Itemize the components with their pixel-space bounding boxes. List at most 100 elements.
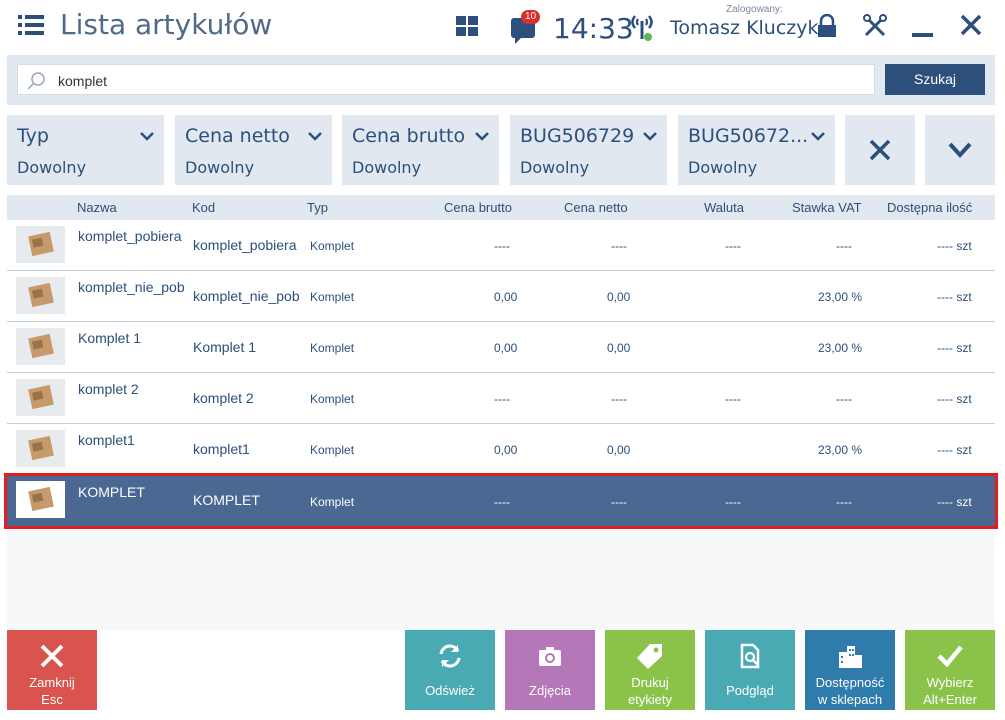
cell-net: ---- (611, 495, 627, 509)
search-input[interactable]: komplet (17, 64, 875, 95)
table-row[interactable]: komplet_pobiera komplet_pobiera Komplet … (7, 220, 995, 271)
chevron-down-icon (140, 132, 154, 141)
header-bar: Lista artykułów 10 14:33 Zalogowany: Tom… (0, 0, 1005, 55)
product-thumbnail (16, 379, 65, 416)
column-header-currency[interactable]: Waluta (704, 200, 744, 215)
cell-gross: 0,00 (494, 290, 518, 304)
article-list: komplet_pobiera komplet_pobiera Komplet … (4, 220, 998, 630)
column-header-available-qty[interactable]: Dostępna ilość (887, 200, 972, 215)
cell-currency: ---- (725, 239, 741, 253)
cell-code: komplet_pobiera (193, 237, 297, 253)
clock: 14:33 (553, 12, 634, 45)
table-row[interactable]: komplet1 komplet1 Komplet 0,00 0,00 23,0… (7, 424, 995, 475)
filter-value: Dowolny (17, 158, 87, 177)
print-labels-button[interactable]: Drukuj etykiety (605, 630, 695, 710)
filter-net-price[interactable]: Cena netto Dowolny (175, 115, 332, 185)
close-icon (40, 644, 64, 668)
preview-button[interactable]: Podgląd (705, 630, 795, 710)
close-button[interactable]: Zamknij Esc (7, 630, 97, 710)
hamburger-menu-icon[interactable] (18, 14, 44, 36)
document-search-icon (740, 643, 760, 669)
product-thumbnail (16, 226, 65, 263)
product-thumbnail (16, 328, 65, 365)
search-value: komplet (58, 73, 108, 89)
cell-net: 0,00 (607, 341, 631, 355)
cell-type: Komplet (310, 290, 355, 304)
cell-vat: ---- (836, 392, 852, 406)
minimize-icon[interactable] (912, 33, 933, 37)
cell-vat: ---- (836, 495, 852, 509)
cell-gross: ---- (494, 392, 510, 406)
cell-name: komplet1 (78, 432, 135, 448)
column-header-type[interactable]: Typ (307, 200, 328, 215)
cell-qty: ---- szt (937, 239, 972, 253)
cell-code: Komplet 1 (193, 339, 257, 355)
cell-type: Komplet (310, 443, 355, 457)
filter-type[interactable]: Typ Dowolny (7, 115, 164, 185)
cell-name: komplet 2 (78, 381, 139, 397)
cell-code: KOMPLET (193, 492, 260, 508)
chevron-down-icon (948, 142, 972, 158)
filter-label: BUG506729 (520, 125, 635, 147)
chevron-down-icon (811, 132, 825, 141)
lock-icon[interactable] (816, 14, 838, 38)
select-button[interactable]: Wybierz Alt+Enter (905, 630, 995, 710)
chevron-down-icon (475, 132, 489, 141)
column-header-vat-rate[interactable]: Stawka VAT (792, 200, 862, 215)
filter-label: Cena netto (185, 125, 290, 147)
filter-bug50672[interactable]: BUG50672... Dowolny (678, 115, 835, 185)
cell-qty: ---- szt (937, 290, 972, 304)
photos-button[interactable]: Zdjęcia (505, 630, 595, 710)
table-row[interactable]: komplet_nie_pob komplet_nie_pob Komplet … (7, 271, 995, 322)
filter-gross-price[interactable]: Cena brutto Dowolny (342, 115, 499, 185)
column-header-gross-price[interactable]: Cena brutto (444, 200, 512, 215)
column-header-name[interactable]: Nazwa (77, 200, 117, 215)
cell-vat: 23,00 % (818, 341, 863, 355)
cell-net: ---- (611, 239, 627, 253)
close-label: Zamknij Esc (29, 675, 75, 707)
cell-vat: 23,00 % (818, 290, 863, 304)
tools-icon[interactable] (862, 13, 888, 39)
column-header-net-price[interactable]: Cena netto (564, 200, 628, 215)
grid-view-icon[interactable] (456, 16, 478, 36)
messages-badge: 10 (521, 10, 541, 24)
cell-code: komplet1 (193, 441, 250, 457)
store-availability-button[interactable]: Dostępność w sklepach (805, 630, 895, 710)
connection-signal-icon (631, 15, 653, 41)
cell-name: komplet_pobiera (78, 228, 182, 244)
close-icon (869, 139, 891, 161)
refresh-icon (439, 644, 461, 668)
page-title: Lista artykułów (60, 8, 273, 41)
table-row-selected[interactable]: KOMPLET KOMPLET Komplet ---- ---- ---- -… (4, 473, 998, 529)
user-name[interactable]: Tomasz Kluczyk (670, 17, 819, 39)
cell-type: Komplet (310, 495, 355, 509)
clear-filters-button[interactable] (845, 115, 915, 185)
expand-filters-button[interactable] (925, 115, 995, 185)
cell-name: KOMPLET (78, 484, 145, 500)
product-thumbnail (16, 430, 65, 467)
search-button[interactable]: Szukaj (885, 64, 985, 95)
cell-name: komplet_nie_pob (78, 279, 184, 295)
photos-label: Zdjęcia (529, 683, 571, 698)
product-thumbnail (16, 481, 65, 518)
refresh-button[interactable]: Odśwież (405, 630, 495, 710)
cell-gross: ---- (494, 239, 510, 253)
cell-code: komplet 2 (193, 390, 254, 406)
filter-value: Dowolny (352, 158, 422, 177)
table-row[interactable]: Komplet 1 Komplet 1 Komplet 0,00 0,00 23… (7, 322, 995, 373)
close-window-icon[interactable] (960, 14, 982, 36)
filter-label: Cena brutto (352, 125, 466, 147)
cell-type: Komplet (310, 239, 355, 253)
logged-in-label: Zalogowany: (726, 4, 783, 15)
cell-vat: 23,00 % (818, 443, 863, 457)
cell-currency: ---- (725, 495, 741, 509)
table-row[interactable]: komplet 2 komplet 2 Komplet ---- ---- --… (7, 373, 995, 424)
camera-icon (539, 647, 561, 666)
search-bar: komplet Szukaj (7, 55, 995, 105)
filter-value: Dowolny (688, 158, 758, 177)
filter-bug506729[interactable]: BUG506729 Dowolny (510, 115, 667, 185)
column-header-code[interactable]: Kod (192, 200, 215, 215)
product-thumbnail (16, 277, 65, 314)
cell-gross: 0,00 (494, 341, 518, 355)
cell-net: 0,00 (607, 443, 631, 457)
